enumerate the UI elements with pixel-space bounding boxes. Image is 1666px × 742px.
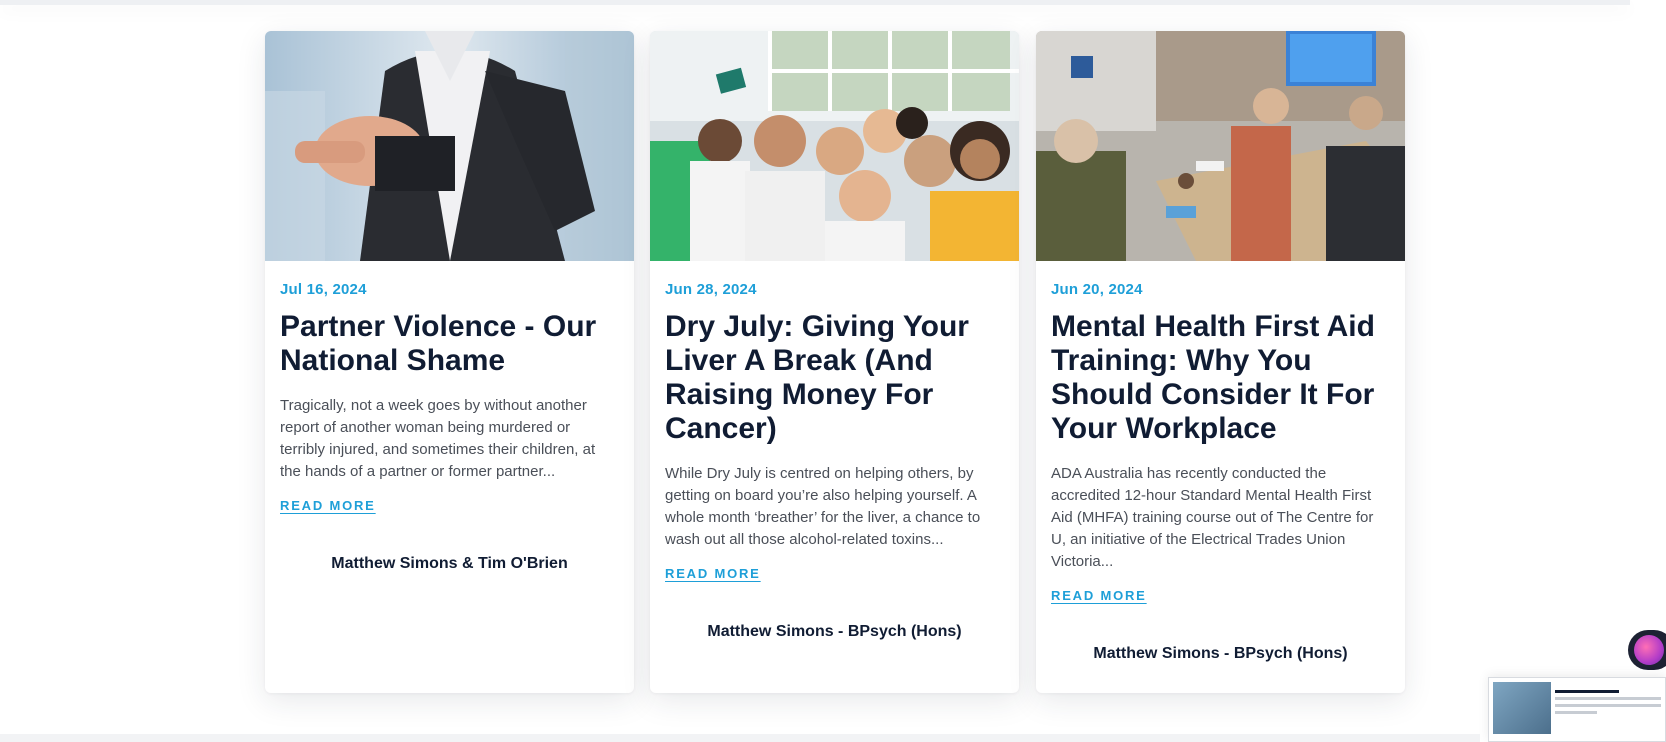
blog-card: Jul 16, 2024 Partner Violence - Our Nati… <box>265 31 634 693</box>
read-more-link[interactable]: READ MORE <box>665 566 761 581</box>
post-date: Jul 16, 2024 <box>280 281 367 298</box>
blog-card: Jun 20, 2024 Mental Health First Aid Tra… <box>1036 31 1405 693</box>
post-date: Jun 20, 2024 <box>1051 281 1143 298</box>
group-selfie-photo <box>650 31 1019 261</box>
preview-image <box>1493 682 1551 734</box>
post-excerpt: Tragically, not a week goes by without a… <box>280 397 596 480</box>
post-title[interactable]: Partner Violence - Our National Shame <box>280 310 619 378</box>
man-pointing-photo <box>265 31 634 261</box>
read-more-link[interactable]: READ MORE <box>1051 588 1147 603</box>
post-author: Matthew Simons & Tim O'Brien <box>331 555 568 572</box>
post-author: Matthew Simons - BPsych (Hons) <box>1093 645 1348 662</box>
post-title[interactable]: Mental Health First Aid Training: Why Yo… <box>1051 310 1390 446</box>
post-title[interactable]: Dry July: Giving Your Liver A Break (And… <box>665 310 1004 446</box>
post-excerpt: ADA Australia has recently conducted the… <box>1051 465 1374 570</box>
blog-card: Jun 28, 2024 Dry July: Giving Your Liver… <box>650 31 1019 693</box>
assistant-widget-button[interactable] <box>1628 630 1666 670</box>
post-author: Matthew Simons - BPsych (Hons) <box>707 623 962 640</box>
header-bar <box>0 0 1630 5</box>
page-preview-thumbnail[interactable] <box>1488 677 1666 742</box>
training-room-photo <box>1036 31 1405 261</box>
post-excerpt: While Dry July is centred on helping oth… <box>665 465 981 548</box>
flower-icon <box>1634 635 1664 665</box>
post-date: Jun 28, 2024 <box>665 281 757 298</box>
card-image[interactable] <box>265 31 634 261</box>
read-more-link[interactable]: READ MORE <box>280 498 376 513</box>
card-image[interactable] <box>650 31 1019 261</box>
card-image[interactable] <box>1036 31 1405 261</box>
footer-edge <box>0 734 1480 742</box>
